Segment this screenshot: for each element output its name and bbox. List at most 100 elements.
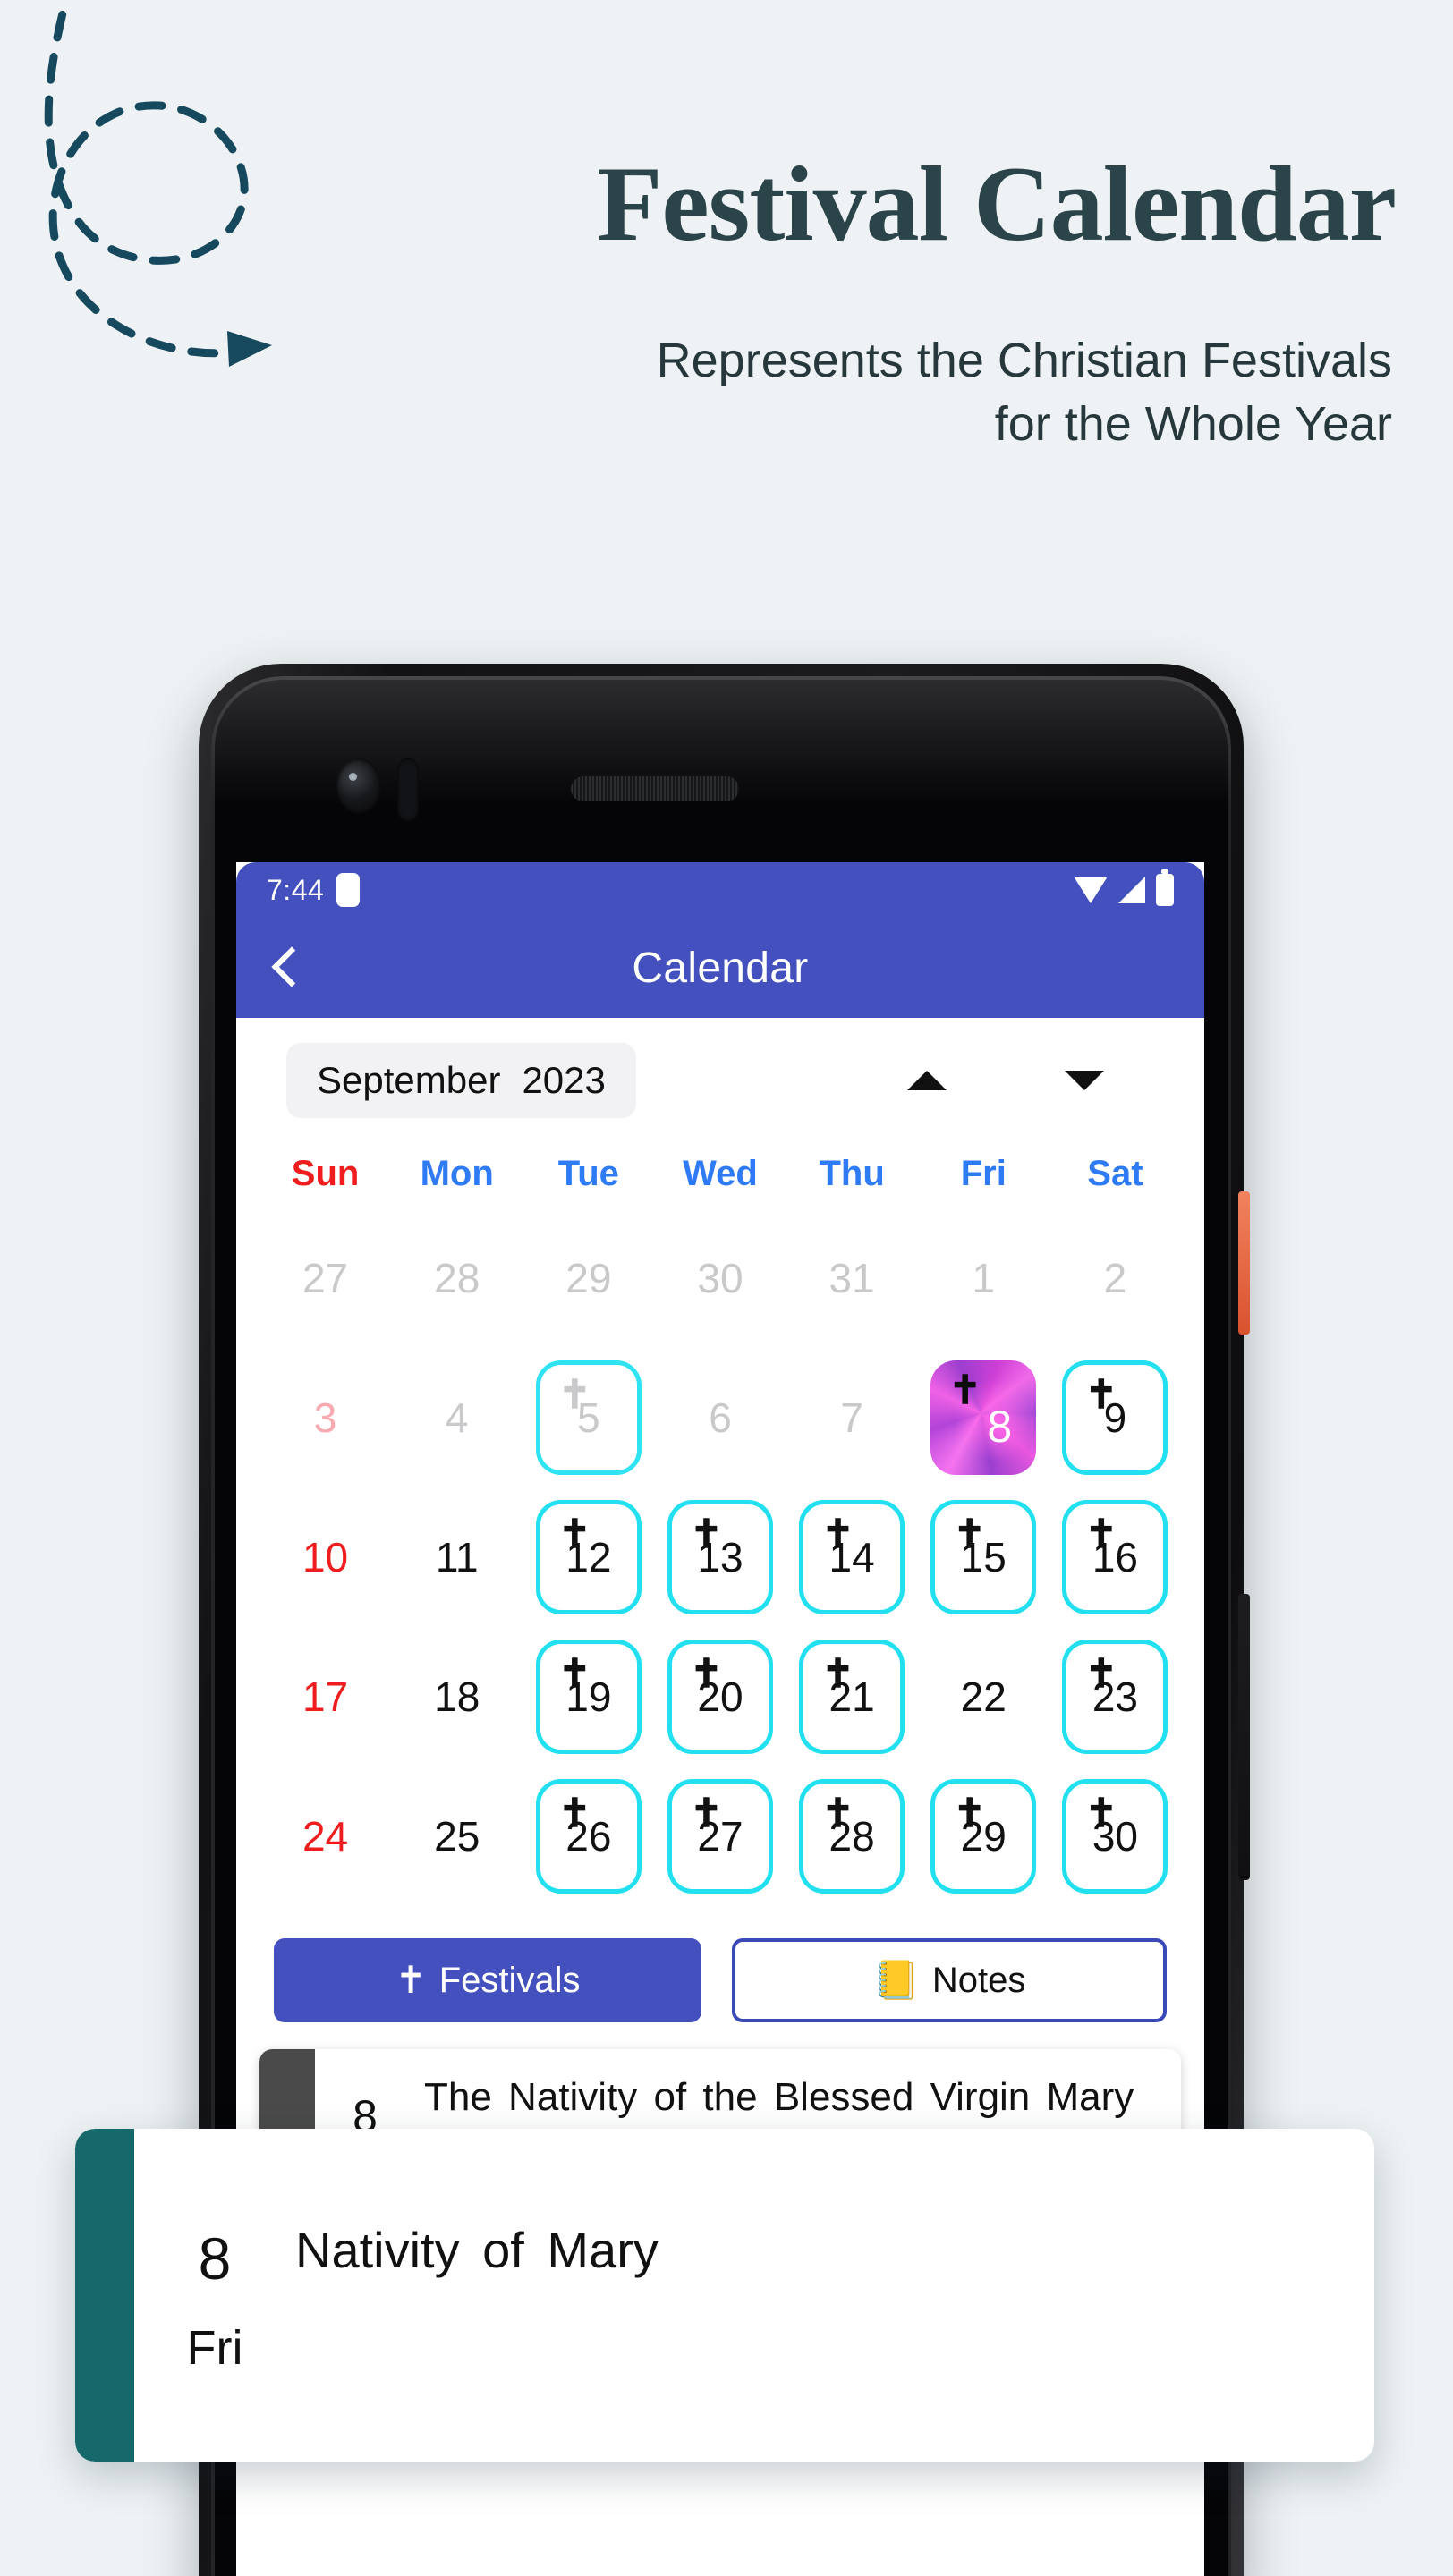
page-title: Festival Calendar xyxy=(597,144,1397,263)
calendar-cell: 22 xyxy=(918,1629,1049,1765)
calendar-cell: ✝ 29 xyxy=(918,1768,1049,1904)
calendar-week-row: 27 28 29 30 31 1 2 xyxy=(259,1210,1181,1346)
event-card-accent-bar xyxy=(75,2129,134,2462)
wifi-icon xyxy=(1074,877,1108,903)
status-bar-icons xyxy=(1074,869,1174,906)
calendar-day-28[interactable]: ✝ 28 xyxy=(799,1779,905,1894)
notification-pill-icon xyxy=(336,873,361,907)
calendar-week-row: 24 25 ✝ 26 ✝ 27 ✝ 28 ✝ 29 ✝ 30 xyxy=(259,1768,1181,1904)
battery-icon xyxy=(1156,869,1174,906)
calendar-cell: 10 xyxy=(259,1489,391,1625)
calendar-day-24[interactable]: 24 xyxy=(273,1779,378,1894)
weekday-header-sun: Sun xyxy=(291,1154,360,1193)
cross-icon: ✝ xyxy=(1084,1652,1118,1696)
calendar-day-14[interactable]: ✝ 14 xyxy=(799,1500,905,1614)
calendar-day-number: 24 xyxy=(302,1813,349,1860)
weekday-header-tue: Tue xyxy=(557,1154,619,1193)
calendar-day-12[interactable]: ✝ 12 xyxy=(535,1500,642,1614)
cross-icon: ✝ xyxy=(821,1652,854,1696)
calendar-cell: 25 xyxy=(391,1768,523,1904)
segmented-buttons: ✝ Festivals 📒 Notes xyxy=(236,1908,1204,2022)
calendar-day-2[interactable]: 2 xyxy=(1062,1221,1168,1335)
weekday-header-thu: Thu xyxy=(819,1154,885,1193)
cross-icon: ✝ xyxy=(953,1513,987,1556)
calendar-day-number: 29 xyxy=(565,1255,612,1301)
calendar-cell: ✝ 21 xyxy=(786,1629,918,1765)
calendar-day-31[interactable]: 31 xyxy=(799,1221,905,1335)
calendar-week-row: 10 11 ✝ 12 ✝ 13 ✝ 14 ✝ 15 ✝ 16 xyxy=(259,1489,1181,1625)
calendar-day-23[interactable]: ✝ 23 xyxy=(1062,1640,1168,1754)
page-subtitle-line-2: for the Whole Year xyxy=(994,397,1392,452)
calendar-day-29[interactable]: ✝ 29 xyxy=(930,1779,1037,1894)
calendar-day-30[interactable]: ✝ 30 xyxy=(1062,1779,1168,1894)
promo-page: Festival Calendar Represents the Christi… xyxy=(0,0,1453,2576)
calendar-day-15[interactable]: ✝ 15 xyxy=(930,1500,1037,1614)
calendar-day-17[interactable]: 17 xyxy=(273,1640,378,1754)
calendar-day-16[interactable]: ✝ 16 xyxy=(1062,1500,1168,1614)
calendar-cell: 18 xyxy=(391,1629,523,1765)
calendar-day-number: 10 xyxy=(302,1534,349,1580)
calendar-day-27[interactable]: 27 xyxy=(273,1221,378,1335)
page-subtitle-line-1: Represents the Christian Festivals xyxy=(656,334,1392,387)
status-bar-time: 7:44 xyxy=(267,873,325,906)
triangle-down-icon[interactable] xyxy=(1065,1071,1104,1090)
month-year-chip[interactable]: September 2023 xyxy=(286,1043,636,1118)
calendar-cell: 28 xyxy=(391,1210,523,1346)
calendar-day-7[interactable]: 7 xyxy=(799,1360,905,1475)
calendar-day-19[interactable]: ✝ 19 xyxy=(535,1640,642,1754)
calendar-day-28[interactable]: 28 xyxy=(404,1221,510,1335)
cross-icon: ✝ xyxy=(557,1513,591,1556)
calendar-day-20[interactable]: ✝ 20 xyxy=(667,1640,773,1754)
event-detail-card[interactable]: 8 Fri Nativity of Mary xyxy=(75,2129,1374,2462)
calendar-day-27[interactable]: ✝ 27 xyxy=(667,1779,773,1894)
calendar-day-number: 2 xyxy=(1103,1255,1127,1301)
calendar-cell: ✝ 5 xyxy=(523,1350,654,1486)
calendar-cell: ✝ 19 xyxy=(523,1629,654,1765)
festivals-tab-label: Festivals xyxy=(438,1960,581,2000)
triangle-up-icon[interactable] xyxy=(907,1071,947,1090)
calendar-day-26[interactable]: ✝ 26 xyxy=(535,1779,642,1894)
calendar-week-row: 3 4 ✝ 5 6 7 ✝ 8 ✝ 9 xyxy=(259,1350,1181,1486)
power-button[interactable] xyxy=(1238,1191,1250,1335)
event-card-weekday: Fri xyxy=(186,2321,243,2375)
calendar-day-18[interactable]: 18 xyxy=(404,1640,510,1754)
calendar-day-21[interactable]: ✝ 21 xyxy=(799,1640,905,1754)
festivals-tab-button[interactable]: ✝ Festivals xyxy=(274,1938,701,2022)
calendar-day-22[interactable]: 22 xyxy=(930,1640,1036,1754)
calendar-day-5[interactable]: ✝ 5 xyxy=(535,1360,642,1475)
calendar-day-number: 22 xyxy=(960,1674,1007,1720)
calendar-day-8[interactable]: ✝ 8 xyxy=(930,1360,1037,1475)
calendar-day-6[interactable]: 6 xyxy=(667,1360,773,1475)
calendar-day-11[interactable]: 11 xyxy=(404,1500,510,1614)
cross-icon: ✝ xyxy=(689,1792,723,1835)
cross-icon: ✝ xyxy=(557,1652,591,1696)
weekday-header-row: Sun Mon Tue Wed Thu Fri Sat xyxy=(259,1143,1181,1210)
calendar-cell: ✝ 16 xyxy=(1049,1489,1181,1625)
calendar-day-1[interactable]: 1 xyxy=(930,1221,1036,1335)
weekday-header-mon: Mon xyxy=(420,1154,494,1193)
calendar-day-number: 7 xyxy=(840,1394,863,1441)
calendar-day-3[interactable]: 3 xyxy=(273,1360,378,1475)
calendar-day-4[interactable]: 4 xyxy=(404,1360,510,1475)
calendar-cell: 4 xyxy=(391,1350,523,1486)
cross-icon: ✝ xyxy=(689,1513,723,1556)
weekday-header-wed: Wed xyxy=(683,1154,758,1193)
calendar-day-9[interactable]: ✝ 9 xyxy=(1062,1360,1168,1475)
cross-icon: ✝ xyxy=(1084,1792,1118,1835)
calendar-day-25[interactable]: 25 xyxy=(404,1779,510,1894)
calendar-grid: Sun Mon Tue Wed Thu Fri Sat 27 28 29 30 31 1 2 3 4 ✝ 5 6 7… xyxy=(236,1123,1204,1904)
calendar-day-number: 3 xyxy=(313,1394,337,1441)
calendar-cell: ✝ 12 xyxy=(523,1489,654,1625)
notes-tab-button[interactable]: 📒 Notes xyxy=(732,1938,1167,2022)
calendar-cell: 30 xyxy=(654,1210,786,1346)
year-label: 2023 xyxy=(522,1059,606,1101)
calendar-day-number: 17 xyxy=(302,1674,349,1720)
calendar-day-number: 31 xyxy=(828,1255,875,1301)
calendar-day-30[interactable]: 30 xyxy=(667,1221,773,1335)
calendar-cell: ✝ 13 xyxy=(654,1489,786,1625)
calendar-day-29[interactable]: 29 xyxy=(536,1221,642,1335)
calendar-day-13[interactable]: ✝ 13 xyxy=(667,1500,773,1614)
calendar-day-10[interactable]: 10 xyxy=(273,1500,378,1614)
calendar-cell: ✝ 23 xyxy=(1049,1629,1181,1765)
volume-button[interactable] xyxy=(1238,1594,1250,1880)
